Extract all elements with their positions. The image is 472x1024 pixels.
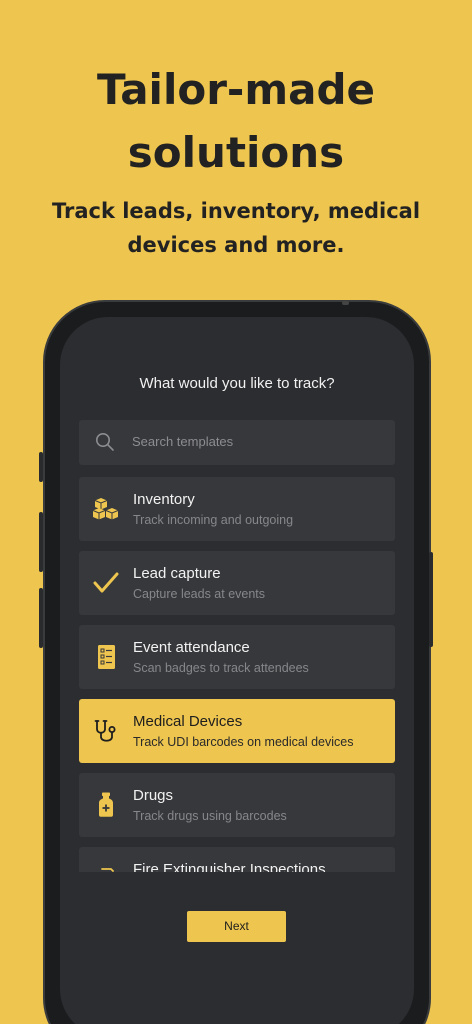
stethoscope-icon: [94, 720, 116, 742]
medicine-bottle-icon: [99, 792, 113, 817]
template-title: Fire Extinguisher Inspections: [133, 861, 326, 872]
template-title: Medical Devices: [133, 713, 243, 730]
template-description: Scan badges to track attendees: [133, 661, 309, 675]
phone-mute-switch: [39, 452, 43, 482]
hero-subtitle-line2: devices and more.: [127, 233, 345, 257]
hero-subtitle: Track leads, inventory, medical devices …: [30, 194, 442, 262]
template-item-event-attendance[interactable]: Event attendance Scan badges to track at…: [79, 625, 395, 689]
phone-power-button: [429, 552, 433, 647]
hero-title-line1: Tailor-made: [96, 65, 376, 114]
template-list: Inventory Track incoming and outgoing Le…: [60, 317, 414, 872]
template-description: Track UDI barcodes on medical devices: [133, 735, 354, 749]
hero-title-line2: solutions: [127, 128, 345, 177]
next-button[interactable]: Next: [187, 911, 286, 942]
template-item-drugs[interactable]: Drugs Track drugs using barcodes: [79, 773, 395, 837]
template-item-medical-devices[interactable]: Medical Devices Track UDI barcodes on me…: [79, 699, 395, 763]
hero-subtitle-line1: Track leads, inventory, medical: [51, 199, 421, 223]
fire-extinguisher-icon: [101, 868, 114, 872]
template-description: Track drugs using barcodes: [133, 809, 287, 823]
phone-speaker: [342, 301, 349, 305]
phone-screen: What would you like to track? Search tem…: [60, 317, 414, 1024]
template-item-fire-extinguisher[interactable]: Fire Extinguisher Inspections: [79, 847, 395, 872]
phone-volume-up-button: [39, 512, 43, 572]
checkmark-icon: [93, 572, 119, 593]
template-description: Capture leads at events: [133, 587, 266, 601]
template-title: Lead capture: [133, 565, 221, 582]
hero-title: Tailor-made solutions: [0, 58, 472, 184]
template-title: Drugs: [133, 787, 174, 804]
template-item-inventory[interactable]: Inventory Track incoming and outgoing: [79, 477, 395, 541]
boxes-icon: [92, 498, 119, 520]
phone-volume-down-button: [39, 588, 43, 648]
template-title: Inventory: [133, 491, 195, 508]
template-title: Event attendance: [133, 639, 250, 656]
template-item-lead-capture[interactable]: Lead capture Capture leads at events: [79, 551, 395, 615]
checklist-icon: [98, 645, 115, 669]
template-description: Track incoming and outgoing: [133, 513, 294, 527]
